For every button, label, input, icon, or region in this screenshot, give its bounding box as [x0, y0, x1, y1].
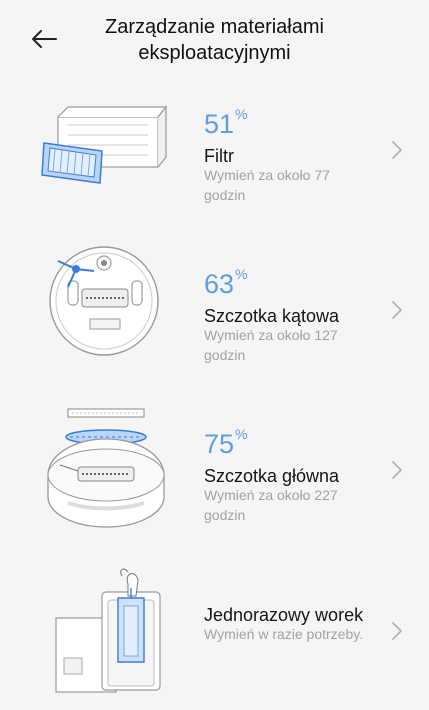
percent-unit: %	[235, 106, 248, 122]
replacement-hint: Wymień za około 77 godzin	[204, 167, 330, 203]
consumable-item-main-brush[interactable]: 75% Szczotka główna Wymień za około 227 …	[0, 408, 429, 565]
chevron-right-icon	[392, 461, 402, 479]
page-title-line2: eksploatacyjnymi	[138, 42, 291, 64]
filter-icon	[41, 105, 168, 184]
replacement-hint: Wymień za około 227 godzin	[204, 487, 338, 523]
chevron-right-icon	[392, 301, 402, 319]
consumable-name: Szczotka kątowa	[204, 306, 340, 326]
side-brush-icon	[49, 246, 159, 356]
percent-value: 63	[204, 269, 235, 299]
back-arrow-icon	[32, 30, 57, 48]
remaining-percent: 75%	[204, 423, 248, 459]
consumable-item-dust-bag[interactable]: Jednorazowy worek Wymień w razie potrzeb…	[0, 560, 429, 710]
remaining-percent: 51%	[204, 103, 248, 139]
remaining-percent: 63%	[204, 263, 248, 299]
percent-value: 75	[204, 429, 235, 459]
page-title-line1: Zarządzanie materiałami	[105, 16, 324, 38]
consumable-name: Filtr	[204, 146, 234, 166]
percent-value: 51	[204, 109, 235, 139]
consumable-name: Jednorazowy worek	[204, 605, 364, 625]
percent-unit: %	[235, 426, 248, 442]
main-brush-icon	[47, 408, 165, 528]
replacement-hint: Wymień za około 127 godzin	[204, 327, 338, 363]
replacement-hint: Wymień w razie potrzeby.	[204, 626, 364, 642]
dust-bag-icon	[55, 568, 161, 693]
consumable-item-filter[interactable]: 51% Filtr Wymień za około 77 godzin	[0, 95, 429, 245]
consumable-name: Szczotka główna	[204, 466, 340, 486]
back-button[interactable]	[26, 24, 62, 54]
chevron-right-icon	[392, 141, 402, 159]
consumable-item-side-brush[interactable]: 63% Szczotka kątowa Wymień za około 127 …	[0, 246, 429, 405]
percent-unit: %	[235, 266, 248, 282]
header: Zarządzanie materiałami eksploatacyjnymi	[0, 0, 429, 80]
chevron-right-icon	[392, 622, 402, 640]
page-title: Zarządzanie materiałami eksploatacyjnymi	[70, 14, 359, 66]
